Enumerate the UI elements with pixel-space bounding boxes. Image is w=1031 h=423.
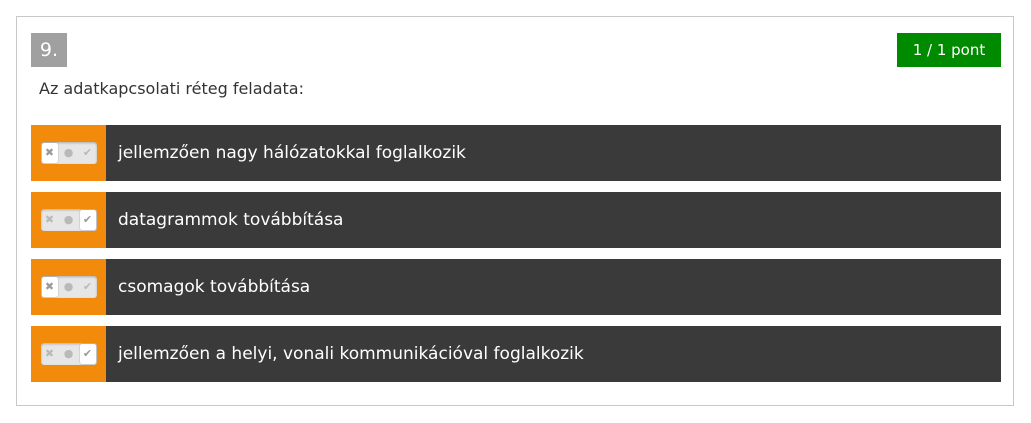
- question-text: Az adatkapcsolati réteg feladata:: [39, 79, 304, 98]
- true-false-toggle[interactable]: ✖ ● ✔ ✔: [40, 343, 97, 365]
- answer-label: jellemzően nagy hálózatokkal foglalkozik: [118, 143, 466, 163]
- false-icon[interactable]: ✖: [41, 343, 59, 365]
- true-icon: ✔: [82, 213, 93, 226]
- true-false-toggle[interactable]: ✖ ● ✔ ✖: [40, 276, 97, 298]
- neutral-icon[interactable]: ●: [60, 142, 78, 164]
- false-icon: ✖: [44, 146, 55, 159]
- toggle-knob[interactable]: ✖: [41, 143, 58, 163]
- question-number: 9.: [31, 33, 67, 67]
- answer-label: csomagok továbbítása: [118, 277, 311, 297]
- answer-toggle-container: ✖ ● ✔ ✖: [31, 125, 106, 181]
- neutral-icon[interactable]: ●: [60, 209, 78, 231]
- true-icon: ✔: [82, 347, 93, 360]
- true-icon[interactable]: ✔: [79, 276, 97, 298]
- answer-toggle-container: ✖ ● ✔ ✔: [31, 326, 106, 382]
- true-false-toggle[interactable]: ✖ ● ✔ ✔: [40, 209, 97, 231]
- answer-row-3: ✖ ● ✔ ✖ csomagok továbbítása: [31, 259, 1001, 315]
- answer-label: datagrammok továbbítása: [118, 210, 344, 230]
- answer-row-2: ✖ ● ✔ ✔ datagrammok továbbítása: [31, 192, 1001, 248]
- quiz-question-card: 9. 1 / 1 pont Az adatkapcsolati réteg fe…: [16, 16, 1014, 406]
- true-false-toggle[interactable]: ✖ ● ✔ ✖: [40, 142, 97, 164]
- score-badge: 1 / 1 pont: [897, 33, 1001, 67]
- toggle-knob[interactable]: ✔: [79, 210, 96, 230]
- toggle-knob[interactable]: ✖: [41, 277, 58, 297]
- neutral-icon[interactable]: ●: [60, 276, 78, 298]
- answer-toggle-container: ✖ ● ✔ ✔: [31, 192, 106, 248]
- neutral-icon[interactable]: ●: [60, 343, 78, 365]
- answer-label: jellemzően a helyi, vonali kommunikációv…: [118, 344, 584, 364]
- answer-row-1: ✖ ● ✔ ✖ jellemzően nagy hálózatokkal fog…: [31, 125, 1001, 181]
- toggle-knob[interactable]: ✔: [79, 344, 96, 364]
- answer-toggle-container: ✖ ● ✔ ✖: [31, 259, 106, 315]
- false-icon[interactable]: ✖: [41, 209, 59, 231]
- answer-row-4: ✖ ● ✔ ✔ jellemzően a helyi, vonali kommu…: [31, 326, 1001, 382]
- true-icon[interactable]: ✔: [79, 142, 97, 164]
- false-icon: ✖: [44, 280, 55, 293]
